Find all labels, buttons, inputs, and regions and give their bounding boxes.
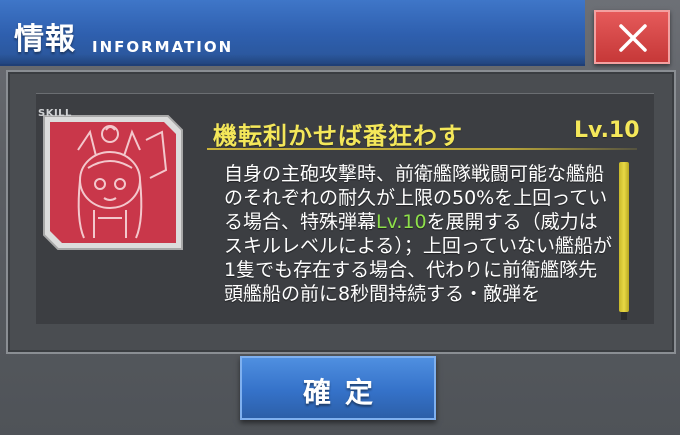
description-highlight: Lv.10 [376,211,427,233]
close-button[interactable] [594,10,670,64]
dialog-title: 情報 [14,22,76,57]
title-bar: 情報 INFORMATION [0,0,585,66]
divider [207,148,637,150]
skill-tag: SKILL [38,108,72,119]
confirm-button-label: 確定 [302,376,387,409]
scrollbar-thumb[interactable] [619,162,629,312]
close-icon [619,24,647,52]
skill-description[interactable]: 自身の主砲攻撃時、前衛艦隊戦闘可能な艦船のそれぞれの耐久が上限の50%を上回って… [224,162,616,328]
skill-name: 機転利かせば番狂わす [213,122,463,150]
skill-level: Lv.10 [574,118,640,143]
dialog-subtitle: INFORMATION [92,38,234,56]
confirm-button[interactable]: 確定 [240,356,436,420]
skill-icon [43,115,183,250]
